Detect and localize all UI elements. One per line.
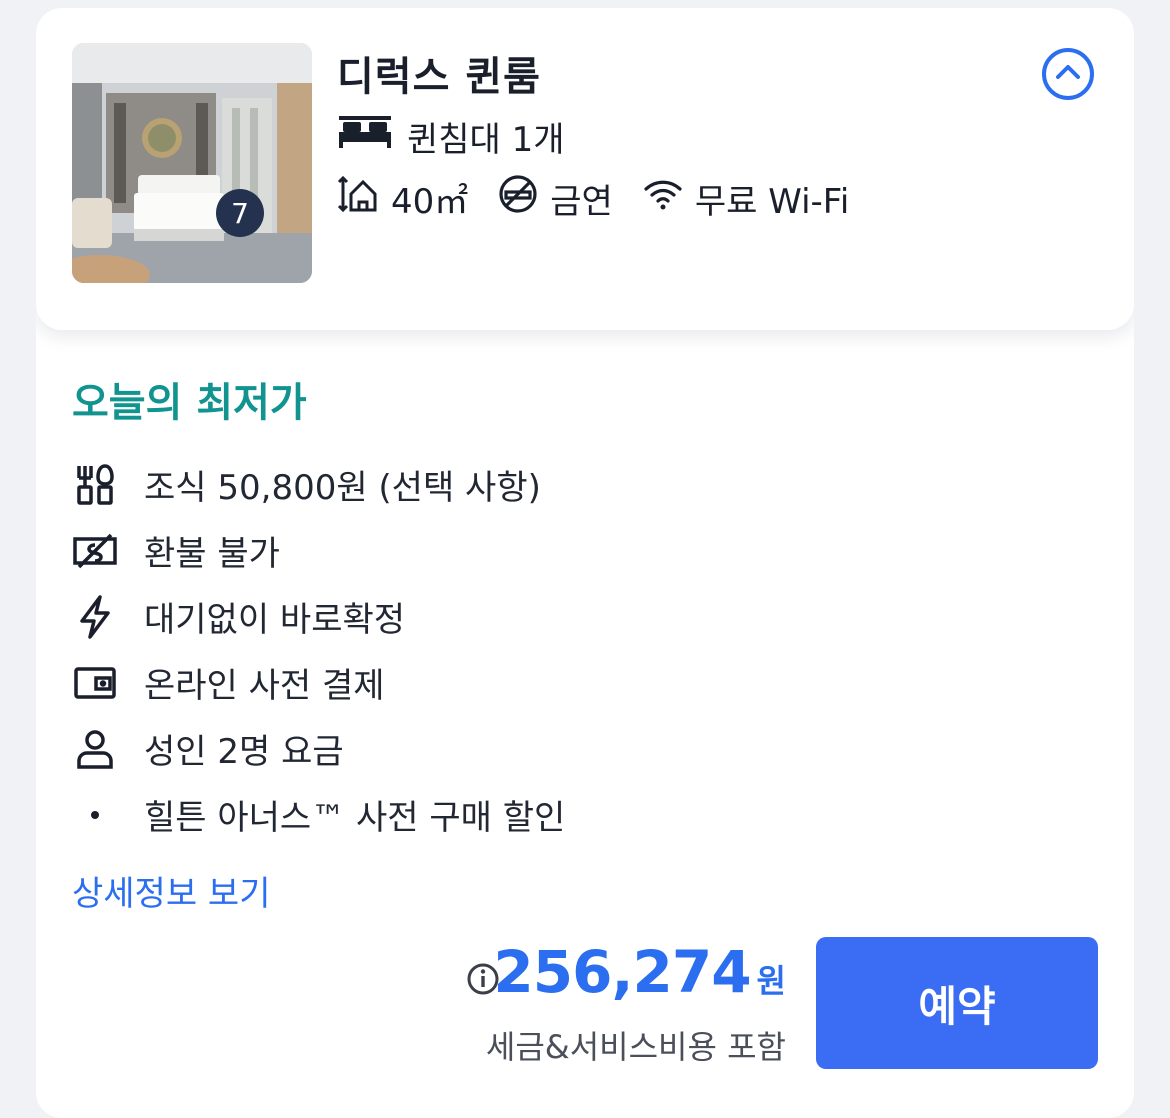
price-block: 256,274 원 세금&서비스비용 포함 [466,938,786,1068]
feature-size: 40㎡ [337,174,468,223]
benefit-refund: 환불 불가 [72,526,280,575]
bed-label: 퀸침대 1개 [407,120,565,160]
offer-title: 오늘의 최저가 [72,380,307,426]
wallet-icon [72,660,118,706]
room-features: 40㎡ 금연 무료 Wi-Fi [337,174,879,223]
collapse-button[interactable] [1042,48,1094,100]
benefit-breakfast: 조식 50,800원 (선택 사항) [72,460,541,509]
bed-info: 퀸침대 1개 [337,112,565,161]
wifi-icon [643,177,683,220]
price-line: 256,274 원 [493,938,786,1006]
chevron-up-icon [1055,63,1081,85]
benefit-label: 힐튼 아너스™ 사전 구매 할인 [144,798,566,838]
bed-icon [337,114,393,159]
room-photo[interactable] [72,43,312,283]
feature-smoking: 금연 [498,174,613,223]
room-size-icon [337,174,379,223]
benefit-label: 온라인 사전 결제 [144,666,385,706]
price-amount: 256,274 [493,938,751,1006]
benefit-instant: 대기없이 바로확정 [72,592,405,641]
breakfast-icon [72,462,118,508]
benefit-honors: 힐튼 아너스™ 사전 구매 할인 [72,790,565,839]
feature-label: 40㎡ [391,182,469,222]
benefit-label: 환불 불가 [144,534,280,574]
price-tax-note: 세금&서비스비용 포함 [485,1028,786,1066]
feature-wifi: 무료 Wi-Fi [643,174,849,223]
photo-count-badge[interactable]: 7 [216,189,264,237]
benefit-label: 성인 2명 요금 [144,732,344,772]
details-link[interactable]: 상세정보 보기 [72,866,271,915]
room-title: 디럭스 퀸룸 [337,54,541,100]
feature-label: 금연 [550,182,613,222]
non-refundable-icon [72,528,118,574]
price-unit: 원 [756,962,786,1000]
no-smoking-icon [498,174,538,223]
benefit-label: 대기없이 바로확정 [144,600,406,640]
book-button[interactable]: 예약 [816,937,1098,1069]
bullet-icon [72,792,118,838]
feature-label: 무료 Wi-Fi [694,182,850,222]
benefit-guests: 성인 2명 요금 [72,724,344,773]
room-header: 7 디럭스 퀸룸 퀸침대 1개 40㎡ 금연 무료 Wi-Fi [36,8,1134,330]
benefit-payment: 온라인 사전 결제 [72,658,385,707]
room-offer-card: 오늘의 최저가 조식 50,800원 (선택 사항) 환불 불가 대기없이 바로… [36,8,1134,1118]
person-icon [72,726,118,772]
instant-confirm-icon [72,594,118,640]
benefit-label: 조식 50,800원 (선택 사항) [144,468,541,508]
